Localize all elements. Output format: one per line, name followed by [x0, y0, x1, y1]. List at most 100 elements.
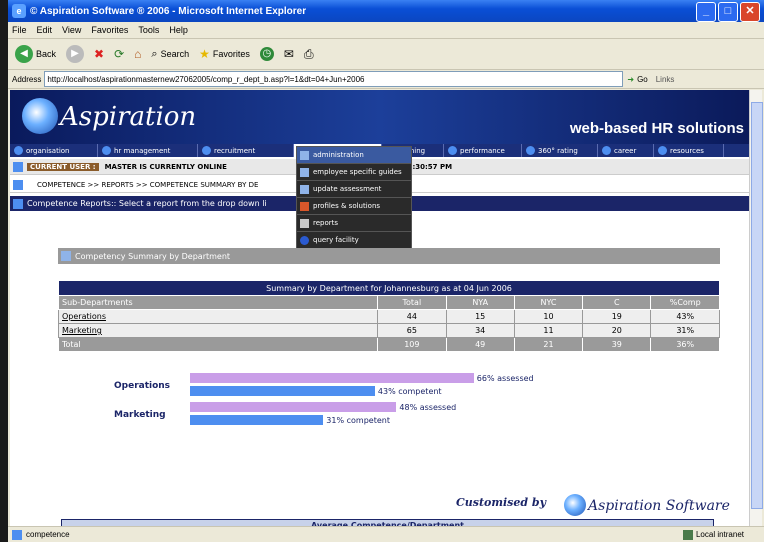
nav-bullet-icon: [448, 146, 457, 155]
menu-edit[interactable]: Edit: [37, 25, 53, 35]
footer-brand: Aspiration Software: [588, 498, 730, 514]
competence-dropdown: administration employee specific guides …: [296, 146, 412, 250]
vertical-scrollbar[interactable]: [749, 90, 763, 527]
mail-button[interactable]: ✉: [281, 45, 297, 63]
address-bar: Address http://localhost/aspirationmaste…: [8, 70, 764, 89]
nav-bullet-icon: [202, 146, 211, 155]
chart-bar-assessed: [190, 373, 474, 383]
table-row: Operations 44 15 10 19 43%: [57, 309, 720, 324]
scrollbar-thumb[interactable]: [751, 102, 763, 509]
col-header: C: [582, 295, 652, 310]
window-title: © Aspiration Software ® 2006 - Microsoft…: [30, 5, 307, 17]
menu-file[interactable]: File: [12, 25, 27, 35]
menu-favorites[interactable]: Favorites: [91, 25, 128, 35]
address-input[interactable]: http://localhost/aspirationmasternew2706…: [44, 71, 624, 87]
forward-arrow-icon: ▶: [66, 45, 85, 63]
query-icon: [300, 235, 309, 245]
dept-link-operations[interactable]: Operations: [57, 309, 379, 324]
table-cell: 10: [513, 309, 584, 324]
links-button[interactable]: Links: [656, 75, 675, 84]
page-content: Aspiration web-based HR solutions organi…: [10, 90, 750, 527]
star-icon: ★: [199, 47, 210, 61]
dropdown-item-profiles[interactable]: profiles & solutions: [297, 198, 411, 215]
minimize-button[interactable]: _: [696, 2, 716, 22]
nav-360-rating[interactable]: 360° rating: [522, 144, 598, 157]
menu-bar: File Edit View Favorites Tools Help: [8, 22, 764, 39]
ie-icon: e: [12, 4, 26, 18]
stop-button[interactable]: ✖: [91, 45, 107, 63]
nav-hr-management[interactable]: hr management: [98, 144, 198, 157]
status-text: competence: [26, 530, 70, 539]
nav-career[interactable]: career: [598, 144, 654, 157]
table-cell: 43%: [650, 309, 720, 324]
nav-bullet-icon: [658, 146, 667, 155]
chart-category-label: Marketing: [114, 410, 166, 420]
history-icon: ◷: [259, 47, 274, 61]
tagline: web-based HR solutions: [569, 120, 744, 137]
page-icon: [12, 529, 22, 540]
nav-resources[interactable]: resources: [654, 144, 724, 157]
search-icon: ⌕: [151, 47, 158, 60]
menu-tools[interactable]: Tools: [138, 25, 159, 35]
go-arrow-icon: ➜: [627, 74, 635, 84]
refresh-icon: ⟳: [114, 47, 125, 61]
chart-data-label: 66% assessed: [476, 374, 534, 383]
toolbar: ◀ Back ▶ ✖ ⟳ ⌂ ⌕ Search ★ Favorites ◷ ✉ ⎙: [8, 39, 764, 70]
table-cell: 36%: [650, 337, 720, 352]
table-cell: 44: [377, 309, 447, 324]
dropdown-item-query-facility[interactable]: query facility: [297, 232, 411, 249]
nav-performance[interactable]: performance: [444, 144, 522, 157]
col-header: NYA: [445, 295, 515, 310]
browser-window: e © Aspiration Software ® 2006 - Microso…: [8, 0, 764, 542]
menu-view[interactable]: View: [62, 25, 81, 35]
dropdown-item-reports[interactable]: reports: [297, 215, 411, 232]
col-header: Sub-Departments: [57, 295, 379, 310]
arrow-icon: [13, 161, 23, 172]
arrow-icon: [13, 198, 23, 209]
ie-status-bar: competence Local intranet: [8, 526, 764, 542]
chart-data-label: 48% assessed: [399, 403, 457, 412]
online-status: MASTER IS CURRENTLY ONLINE: [104, 162, 227, 171]
table-row: Marketing 65 34 11 20 31%: [57, 323, 720, 338]
print-button[interactable]: ⎙: [301, 45, 317, 64]
favorites-button[interactable]: ★ Favorites: [196, 45, 253, 63]
chart-bar-competent: [190, 386, 375, 396]
chart-data-label: 43% competent: [377, 387, 442, 396]
stop-icon: ✖: [94, 47, 105, 61]
dropdown-item-employee-guides[interactable]: employee specific guides: [297, 164, 411, 181]
print-icon: ⎙: [303, 46, 314, 61]
maximize-button[interactable]: □: [718, 2, 738, 22]
nav-bullet-icon: [14, 146, 23, 155]
intranet-icon: [682, 529, 693, 540]
chart-bar-competent: [190, 415, 324, 425]
update-icon: [300, 184, 309, 194]
table-cell: 49: [445, 337, 515, 352]
history-button[interactable]: ◷: [257, 45, 277, 63]
dropdown-item-administration[interactable]: administration: [297, 147, 411, 164]
search-button[interactable]: ⌕ Search: [148, 46, 192, 63]
close-button[interactable]: ✕: [740, 2, 760, 22]
table-total-row: Total 109 49 21 39 36%: [57, 337, 720, 352]
nav-recruitment[interactable]: recruitment: [198, 144, 294, 157]
menu-help[interactable]: Help: [169, 25, 188, 35]
mail-icon: ✉: [283, 47, 294, 61]
home-button[interactable]: ⌂: [131, 45, 144, 63]
chart-bar-assessed: [190, 402, 397, 412]
table-cell: 20: [582, 323, 652, 338]
back-button[interactable]: ◀ Back: [12, 43, 59, 65]
arrow-icon: [13, 179, 23, 190]
dropdown-item-update-assessment[interactable]: update assessment: [297, 181, 411, 198]
table-cell: 109: [377, 337, 447, 352]
dept-link-marketing[interactable]: Marketing: [57, 323, 379, 338]
col-header: Total: [377, 295, 447, 310]
table-cell: 19: [582, 309, 652, 324]
go-button[interactable]: ➜ Go: [627, 75, 647, 84]
refresh-button[interactable]: ⟳: [111, 45, 127, 63]
table-cell: 21: [513, 337, 584, 352]
back-arrow-icon: ◀: [15, 45, 33, 63]
table-cell: Total: [57, 337, 379, 352]
aspiration-logo-icon: [22, 98, 58, 134]
forward-button[interactable]: ▶: [63, 43, 87, 65]
nav-organisation[interactable]: organisation: [10, 144, 98, 157]
col-header: %Comp: [650, 295, 720, 310]
